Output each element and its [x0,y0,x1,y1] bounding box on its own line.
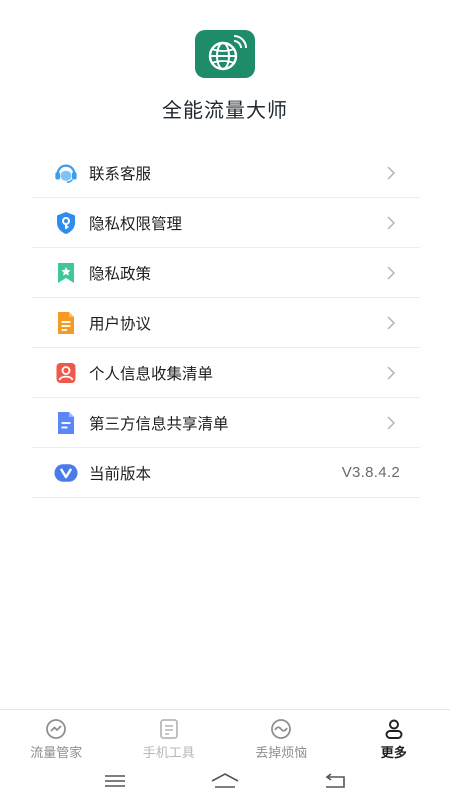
tab-label: 手机工具 [142,746,195,761]
menu-item-personal-info-list[interactable]: 个人信息收集清单 [32,348,420,398]
menu-item-third-party-sharing-list[interactable]: 第三方信息共享清单 [32,398,420,448]
person-icon [382,718,406,740]
menu-item-label: 联系客服 [89,164,152,183]
user-card-icon [54,361,78,385]
tab-traffic-manager[interactable]: 流量管家 [0,710,113,761]
menu-item-user-agreement[interactable]: 用户协议 [32,298,420,348]
chevron-right-icon [382,214,400,232]
menu-item-label: 隐私权限管理 [89,214,183,233]
menu-item-label: 隐私政策 [89,264,152,283]
menu-item-label: 用户协议 [89,314,152,333]
traffic-chart-icon [44,718,68,740]
star-bookmark-icon [54,261,78,285]
menu-item-label: 第三方信息共享清单 [89,414,229,433]
tools-list-icon [157,718,181,740]
settings-menu: 联系客服 隐私权限管理 隐私政策 用户协议 个人信息收集清单 第三方信息共享清单… [32,148,420,498]
customer-service-icon [54,161,78,185]
wave-circle-icon [269,718,293,740]
chevron-right-icon [382,264,400,282]
tab-more[interactable]: 更多 [338,710,450,761]
version-v-icon [54,461,78,485]
menu-item-label: 个人信息收集清单 [89,364,214,383]
chevron-right-icon [382,414,400,432]
menu-item-privacy-policy[interactable]: 隐私政策 [32,248,420,298]
menu-item-contact-support[interactable]: 联系客服 [32,148,420,198]
home-icon[interactable] [205,767,245,795]
tab-label: 丢掉烦恼 [255,746,308,761]
privacy-shield-icon [54,211,78,235]
menu-item-label: 当前版本 [89,464,152,483]
menu-item-privacy-permissions[interactable]: 隐私权限管理 [32,198,420,248]
tab-worry-free[interactable]: 丢掉烦恼 [225,710,338,761]
app-logo [195,30,255,78]
chevron-right-icon [382,314,400,332]
chevron-right-icon [382,364,400,382]
tab-phone-tools[interactable]: 手机工具 [113,710,226,761]
menu-icon[interactable] [95,767,135,795]
bottom-tab-bar: 流量管家 手机工具 丢掉烦恼 更多 [0,709,450,761]
chevron-right-icon [382,164,400,182]
list-document-icon [54,411,78,435]
back-icon[interactable] [315,767,355,795]
document-icon [54,311,78,335]
tab-label: 流量管家 [30,746,83,761]
system-navigation-bar [0,762,450,800]
tab-label: 更多 [380,746,407,761]
app-title: 全能流量大师 [162,98,288,122]
menu-item-current-version[interactable]: 当前版本 V3.8.4.2 [32,448,420,498]
globe-signal-icon [208,35,247,71]
version-number: V3.8.4.2 [341,464,400,481]
